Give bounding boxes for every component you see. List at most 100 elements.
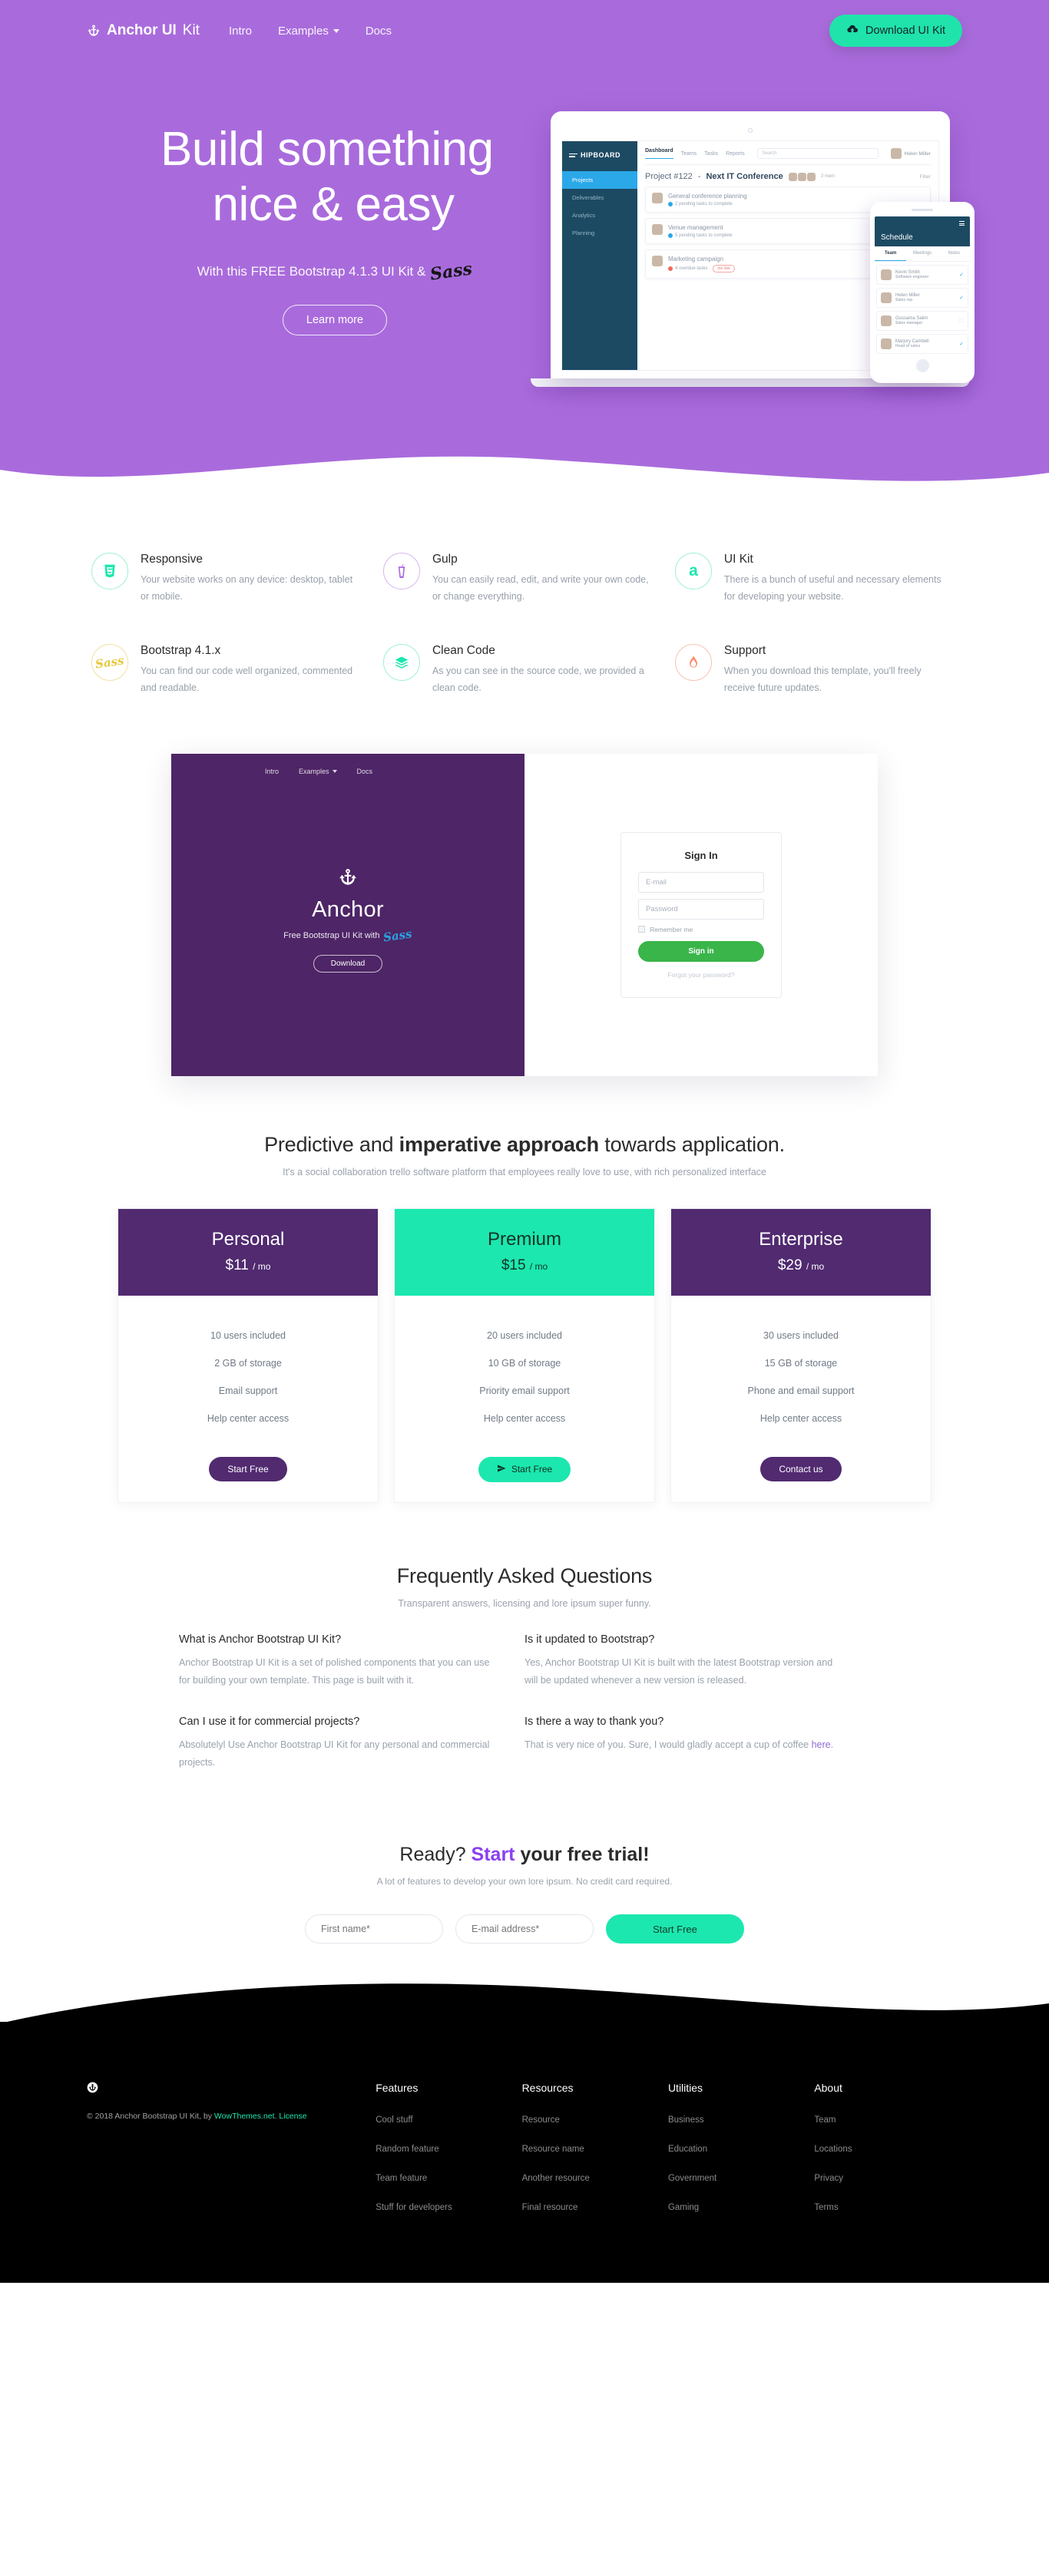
footer-link[interactable]: Resource name [522, 2145, 584, 2154]
showcase-nav-examples[interactable]: Examples [299, 768, 337, 775]
contact-us-button[interactable]: Contact us [760, 1456, 842, 1481]
learn-more-button[interactable]: Learn more [282, 304, 388, 335]
footer-link[interactable]: Stuff for developers [376, 2203, 452, 2212]
showcase-nav-docs[interactable]: Docs [357, 768, 373, 775]
checkbox-empty-icon[interactable]: ☐ [959, 318, 964, 324]
footer-link[interactable]: Locations [814, 2145, 852, 2154]
tab-reports[interactable]: Reports [726, 151, 745, 157]
first-name-input[interactable] [305, 1914, 443, 1944]
footer-link[interactable]: Another resource [522, 2174, 590, 2183]
nav-link-examples[interactable]: Examples [278, 25, 339, 38]
footer-link[interactable]: Team feature [376, 2174, 427, 2183]
pricing-card-personal: Personal $11 / mo 10 users included 2 GB… [117, 1207, 379, 1503]
footer-link[interactable]: Team [814, 2115, 836, 2125]
showcase-section: Intro Examples Docs Anchor Free Bootstra… [87, 753, 962, 1107]
brand-name-bold: Anchor UI [107, 22, 177, 38]
sidebar-item-projects[interactable]: Projects [562, 171, 637, 189]
checkbox-icon[interactable] [638, 926, 645, 933]
faq-subtitle: Transparent answers, licensing and lore … [398, 1597, 651, 1609]
email-input[interactable] [455, 1914, 594, 1944]
checkmark-icon[interactable]: ✓ [959, 295, 964, 301]
faq-answer: Anchor Bootstrap UI Kit is a set of poli… [179, 1656, 490, 1686]
project-members-count: 3 mem [820, 174, 836, 179]
showcase-nav-intro[interactable]: Intro [265, 768, 279, 775]
email-field[interactable]: E-mail [638, 871, 764, 893]
forgot-password-link[interactable]: Forgot your password? [638, 971, 764, 979]
hero-cta-wrap: Learn more [160, 304, 532, 335]
sass-icon: Sass [91, 643, 128, 681]
footer-link[interactable]: Terms [814, 2203, 838, 2212]
feature-desc: You can easily read, edit, and write you… [432, 574, 649, 602]
webcam-icon [748, 128, 753, 133]
faq-answer-tail: . [830, 1739, 834, 1750]
dashboard-search-input[interactable]: Search [756, 148, 879, 159]
start-free-button[interactable]: Start Free [478, 1456, 571, 1482]
start-free-button[interactable]: Start Free [606, 1914, 744, 1944]
dashboard-user-menu[interactable]: Helen Miller [890, 148, 931, 159]
footer-link[interactable]: Education [668, 2145, 707, 2154]
wowthemes-link[interactable]: WowThemes.net [214, 2112, 275, 2121]
signin-button[interactable]: Sign in [638, 940, 764, 962]
sidebar-item-analytics[interactable]: Analytics [562, 206, 637, 224]
dashboard-user-name: Helen Miller [904, 150, 931, 157]
phone-tab-team[interactable]: Team [875, 246, 907, 261]
checkmark-icon[interactable]: ✓ [959, 272, 964, 278]
menu-bars-icon [569, 153, 577, 157]
footer-copyright: © 2018 Anchor Bootstrap UI Kit, by WowTh… [87, 2112, 307, 2121]
footer-link[interactable]: Final resource [522, 2203, 578, 2212]
pricing-footer: Start Free [395, 1452, 654, 1502]
feature-clean-code: Clean Code As you can see in the source … [379, 630, 670, 722]
checkmark-icon[interactable]: ✓ [959, 341, 964, 347]
faq-question: Can I use it for commercial projects? [179, 1715, 360, 1728]
faq-item: Can I use it for commercial projects? Ab… [179, 1716, 524, 1798]
coffee-link[interactable]: here [812, 1739, 831, 1750]
person-role: Head of sales [895, 344, 921, 348]
start-free-button[interactable]: Start Free [209, 1456, 287, 1481]
footer-link[interactable]: Random feature [376, 2145, 438, 2154]
cta-title-a: Ready? [399, 1844, 472, 1865]
tab-tasks[interactable]: Tasks [704, 151, 718, 157]
list-item[interactable]: Oussama Salim Sales manager ☐ [876, 311, 968, 331]
person-role: Sales manager [895, 321, 923, 325]
footer-link[interactable]: Gaming [668, 2203, 699, 2212]
footer-copyright-text: © 2018 Anchor Bootstrap UI Kit, by [87, 2112, 214, 2121]
brand-logo[interactable]: Anchor UI Kit [87, 22, 200, 39]
sidebar-item-planning[interactable]: Planning [562, 224, 637, 242]
signin-card: Sign In E-mail Password Remember me Sign… [620, 831, 782, 998]
list-item[interactable]: Marjory Cambell Head of sales ✓ [876, 334, 968, 354]
remember-me-row[interactable]: Remember me [638, 926, 764, 933]
license-link[interactable]: License [279, 2112, 306, 2121]
sidebar-item-deliverables[interactable]: Deliverables [562, 189, 637, 206]
tab-dashboard[interactable]: Dashboard [645, 148, 673, 159]
footer-link[interactable]: Business [668, 2115, 704, 2125]
plan-name: Personal [211, 1228, 285, 1250]
check-circle-icon [668, 233, 673, 238]
list-item[interactable]: Helen Miller Sales rep ✓ [876, 288, 968, 308]
pricing-footer: Contact us [671, 1452, 931, 1501]
home-button-icon[interactable] [915, 359, 929, 372]
gulp-cup-icon [382, 553, 420, 590]
send-icon [497, 1464, 506, 1475]
landing-page: Anchor UI Kit Intro Examples Docs Downlo… [0, 0, 1049, 2283]
sass-logo-icon: Sass [382, 926, 413, 945]
filter-button[interactable]: Filter [920, 174, 931, 180]
nav-link-docs[interactable]: Docs [366, 25, 392, 38]
footer-link[interactable]: Government [668, 2174, 716, 2183]
phone-tab-notes[interactable]: Notes [938, 246, 970, 261]
download-ui-kit-button[interactable]: Download UI Kit [829, 15, 962, 47]
footer-link[interactable]: Cool stuff [376, 2115, 412, 2125]
layers-icon [382, 643, 420, 681]
footer-link[interactable]: Resource [522, 2115, 560, 2125]
tab-teams[interactable]: Teams [681, 151, 697, 157]
password-field[interactable]: Password [638, 898, 764, 920]
chevron-down-icon [332, 769, 337, 773]
hamburger-icon[interactable] [959, 221, 965, 226]
nav-link-intro[interactable]: Intro [229, 25, 252, 38]
showcase-download-button[interactable]: Download [313, 954, 383, 973]
feature-desc: There is a bunch of useful and necessary… [723, 574, 941, 602]
approach-subtitle: It's a social collaboration trello softw… [283, 1166, 766, 1177]
project-name: Next IT Conference [706, 172, 783, 181]
footer-link[interactable]: Privacy [814, 2174, 843, 2183]
list-item[interactable]: Kevin Smith Software engineer ✓ [876, 265, 968, 285]
phone-tab-meetings[interactable]: Meetings [906, 246, 938, 261]
